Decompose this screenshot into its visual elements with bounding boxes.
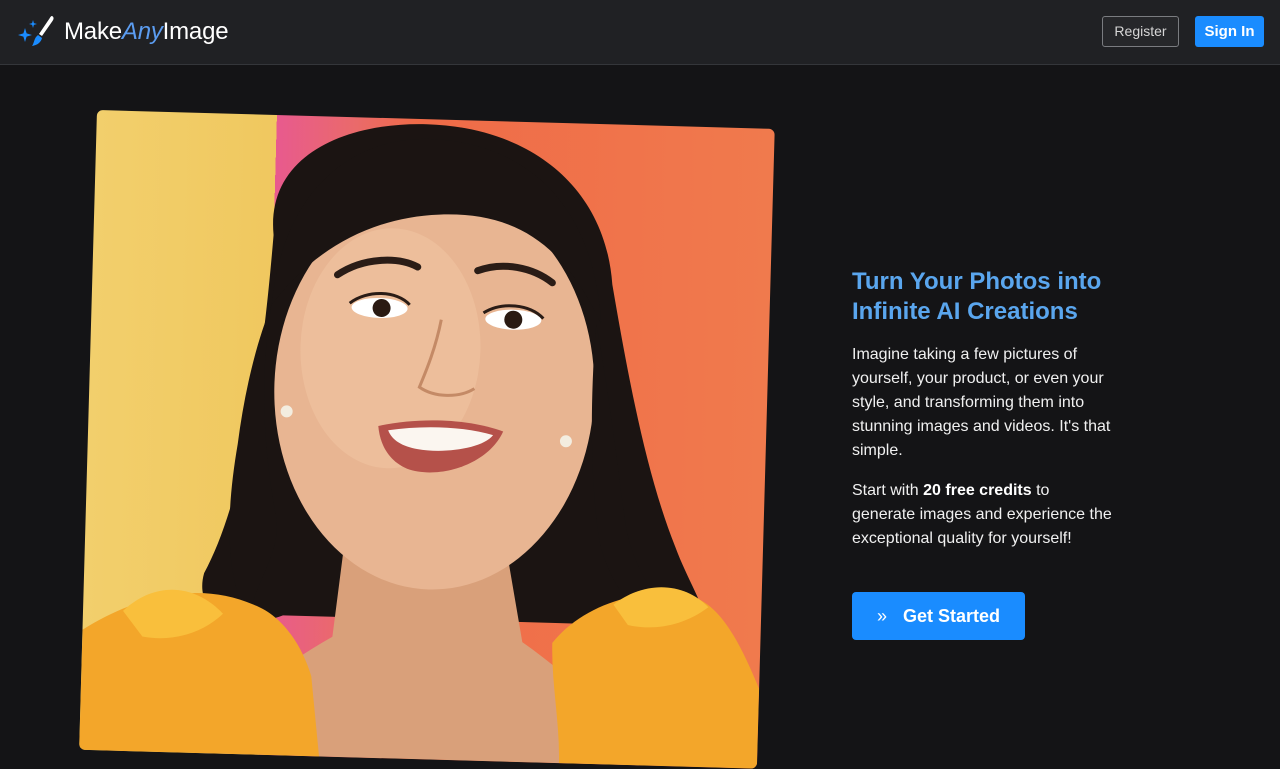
hero-headline: Turn Your Photos into Infinite AI Creati… (852, 268, 1102, 325)
double-chevron-right-icon: » (876, 605, 887, 626)
top-navbar: MakeAnyImage Register Sign In (0, 0, 1280, 65)
brand-name-part3: Image (162, 18, 229, 45)
free-credits-highlight: 20 free credits (923, 482, 1032, 499)
register-button[interactable]: Register (1102, 16, 1179, 47)
portrait-illustration (79, 124, 760, 769)
get-started-button[interactable]: » Get Started (852, 592, 1025, 640)
hero-credits-text: Start with 20 free credits to generate i… (852, 479, 1112, 551)
sparkle-brush-icon (18, 16, 54, 46)
brand-logo-link[interactable]: MakeAnyImage (16, 14, 229, 50)
credits-prefix: Start with (852, 482, 924, 499)
hero-description: Imagine taking a few pictures of yoursel… (852, 346, 1111, 459)
brand-name: MakeAnyImage (64, 18, 229, 46)
hero-image (79, 110, 775, 769)
get-started-label: Get Started (902, 605, 1001, 626)
signin-button[interactable]: Sign In (1195, 16, 1264, 47)
brand-name-part2: Any (121, 18, 163, 45)
brand-name-part1: Make (64, 18, 122, 45)
